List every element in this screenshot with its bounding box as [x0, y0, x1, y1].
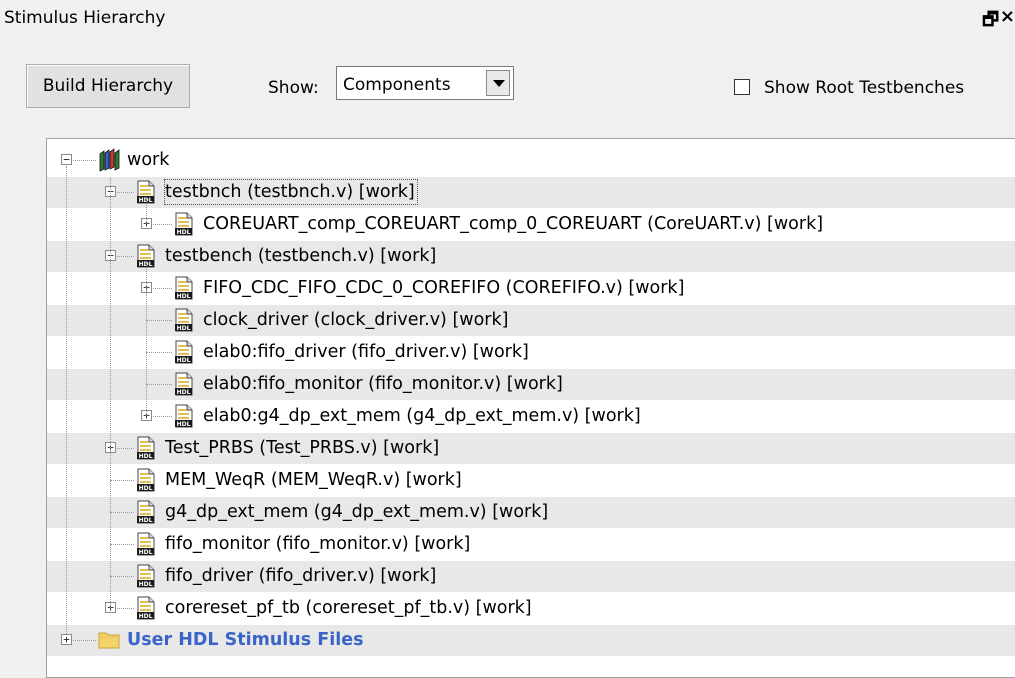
tree-row[interactable]: − HDL testbench (testbench.v) [work]: [47, 241, 1015, 272]
svg-text:HDL: HDL: [177, 421, 191, 428]
hdl-file-icon: HDL: [173, 372, 195, 396]
tree-connector: [110, 480, 134, 481]
tree-row[interactable]: HDL elab0:fifo_monitor (fifo_monitor.v) […: [47, 369, 1015, 400]
svg-text:HDL: HDL: [177, 389, 191, 396]
tree-connector: [110, 576, 134, 577]
tree-item-label[interactable]: elab0:fifo_monitor (fifo_monitor.v) [wor…: [203, 372, 565, 396]
svg-text:HDL: HDL: [177, 229, 191, 236]
tree-item-label[interactable]: corereset_pf_tb (corereset_pf_tb.v) [wor…: [165, 596, 534, 620]
svg-text:HDL: HDL: [139, 517, 153, 524]
tree-connector: [110, 544, 134, 545]
expand-icon[interactable]: +: [61, 634, 72, 645]
panel-title: Stimulus Hierarchy: [4, 8, 166, 28]
show-root-testbenches-checkbox[interactable]: [734, 79, 750, 95]
tree-row[interactable]: HDL fifo_driver (fifo_driver.v) [work]: [47, 561, 1015, 592]
show-root-testbenches-label: Show Root Testbenches: [764, 78, 965, 98]
tree-item-label[interactable]: MEM_WeqR (MEM_WeqR.v) [work]: [165, 468, 464, 492]
hdl-file-icon: HDL: [135, 468, 157, 492]
restore-icon[interactable]: 🗗: [982, 7, 999, 37]
svg-text:HDL: HDL: [177, 293, 191, 300]
stimulus-tree[interactable]: − work − HDL testbnch (testbnch.v) [work] + HD…: [46, 138, 1015, 678]
chevron-down-icon[interactable]: [486, 70, 510, 96]
hdl-file-icon: HDL: [173, 212, 195, 236]
tree-item-label[interactable]: g4_dp_ext_mem (g4_dp_ext_mem.v) [work]: [165, 500, 550, 524]
svg-text:HDL: HDL: [139, 613, 153, 620]
tree-item-label[interactable]: testbench (testbench.v) [work]: [165, 244, 438, 268]
tree-row[interactable]: HDL fifo_monitor (fifo_monitor.v) [work]: [47, 529, 1015, 560]
tree-connector: [110, 512, 134, 513]
tree-item-label[interactable]: clock_driver (clock_driver.v) [work]: [203, 308, 510, 332]
title-bar: Stimulus Hierarchy 🗗 ×: [0, 0, 1015, 40]
tree-item-label[interactable]: Test_PRBS (Test_PRBS.v) [work]: [165, 436, 441, 460]
build-hierarchy-button[interactable]: Build Hierarchy: [26, 64, 190, 108]
tree-row[interactable]: + HDL corereset_pf_tb (corereset_pf_tb.v) …: [47, 593, 1015, 624]
tree-row[interactable]: − HDL testbnch (testbnch.v) [work]: [47, 177, 1015, 208]
tree-item-label[interactable]: work: [127, 148, 171, 172]
tree-row[interactable]: + HDL elab0:g4_dp_ext_mem (g4_dp_ext_mem.v…: [47, 401, 1015, 432]
tree-connector: [146, 352, 172, 353]
folder-icon: [97, 628, 120, 652]
tree-row[interactable]: + HDL Test_PRBS (Test_PRBS.v) [work]: [47, 433, 1015, 464]
tree-item-label[interactable]: COREUART_comp_COREUART_comp_0_COREUART (…: [203, 212, 825, 236]
tree-row[interactable]: + HDL COREUART_comp_COREUART_comp_0_COREUA…: [47, 209, 1015, 240]
hdl-file-icon: HDL: [135, 596, 157, 620]
tree-item-label[interactable]: User HDL Stimulus Files: [127, 628, 366, 652]
tree-item-label[interactable]: elab0:g4_dp_ext_mem (g4_dp_ext_mem.v) [w…: [203, 404, 643, 428]
hdl-file-icon: HDL: [173, 404, 195, 428]
show-label: Show:: [268, 78, 319, 98]
hdl-file-icon: HDL: [173, 308, 195, 332]
tree-row[interactable]: − work: [47, 145, 1015, 176]
tree-row[interactable]: HDL clock_driver (clock_driver.v) [work]: [47, 305, 1015, 336]
tree-connector: [146, 320, 172, 321]
show-dropdown-value: Components: [343, 75, 451, 95]
svg-text:HDL: HDL: [139, 453, 153, 460]
hdl-file-icon: HDL: [173, 340, 195, 364]
svg-text:HDL: HDL: [139, 549, 153, 556]
collapse-icon[interactable]: −: [61, 154, 72, 165]
tree-guide-line: [146, 262, 147, 416]
tree-row[interactable]: HDL MEM_WeqR (MEM_WeqR.v) [work]: [47, 465, 1015, 496]
tree-item-label[interactable]: fifo_driver (fifo_driver.v) [work]: [165, 564, 438, 588]
svg-text:HDL: HDL: [177, 325, 191, 332]
hdl-file-icon: HDL: [135, 564, 157, 588]
tree-row[interactable]: HDL elab0:fifo_driver (fifo_driver.v) [wo…: [47, 337, 1015, 368]
tree-connector: [146, 384, 172, 385]
tree-row[interactable]: + User HDL Stimulus Files: [47, 625, 1015, 656]
tree-row[interactable]: HDL g4_dp_ext_mem (g4_dp_ext_mem.v) [work…: [47, 497, 1015, 528]
svg-text:HDL: HDL: [139, 581, 153, 588]
close-icon[interactable]: ×: [1000, 6, 1015, 27]
library-icon: [97, 148, 120, 172]
hdl-file-icon: HDL: [135, 436, 157, 460]
svg-text:HDL: HDL: [177, 357, 191, 364]
tree-item-label[interactable]: elab0:fifo_driver (fifo_driver.v) [work]: [203, 340, 531, 364]
tree-guide-line: [146, 198, 147, 224]
hdl-file-icon: HDL: [135, 532, 157, 556]
tree-item-label[interactable]: fifo_monitor (fifo_monitor.v) [work]: [165, 532, 472, 556]
hdl-file-icon: HDL: [173, 276, 195, 300]
tree-item-label[interactable]: FIFO_CDC_FIFO_CDC_0_COREFIFO (COREFIFO.v…: [203, 276, 686, 300]
tree-item-label[interactable]: testbnch (testbnch.v) [work]: [164, 179, 418, 205]
show-dropdown[interactable]: Components: [336, 66, 514, 100]
tree-guide-line: [66, 166, 67, 634]
tree-row[interactable]: + HDL FIFO_CDC_FIFO_CDC_0_COREFIFO (COREFI…: [47, 273, 1015, 304]
hdl-file-icon: HDL: [135, 500, 157, 524]
tree-guide-line: [110, 178, 111, 608]
svg-text:HDL: HDL: [139, 485, 153, 492]
